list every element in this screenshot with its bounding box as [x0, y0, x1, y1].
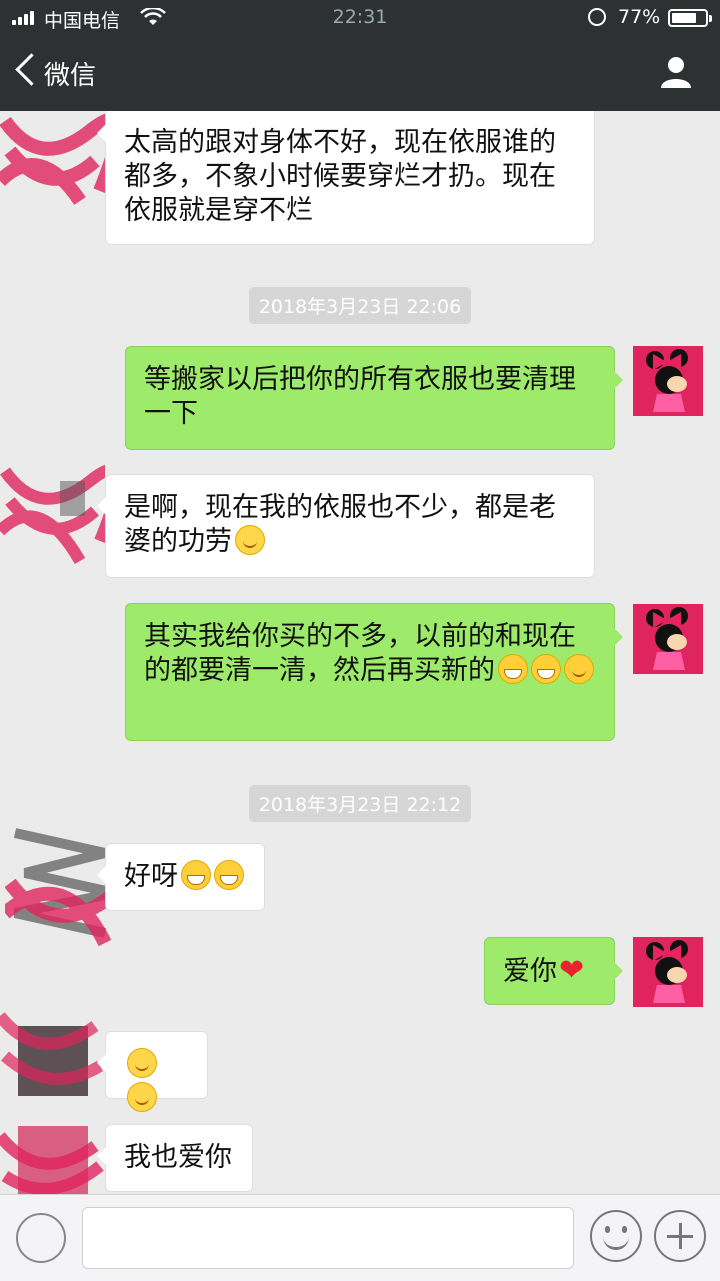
kiss-emoji-icon	[127, 1082, 157, 1112]
message-text: 爱你	[503, 956, 557, 987]
back-button[interactable]: 微信	[44, 55, 96, 92]
grin-emoji-icon	[181, 860, 211, 890]
grin-emoji-icon	[531, 654, 561, 684]
chat-area[interactable]: 太高的跟对身体不好，现在依服谁的都多，不象小时候要穿烂才扔。现在依服就是穿不烂 …	[0, 111, 720, 1194]
avatar-them[interactable]	[0, 111, 110, 211]
rotation-lock-icon	[588, 8, 606, 26]
heart-emoji-icon: ❤	[559, 953, 585, 988]
battery-icon	[668, 9, 712, 27]
avatar-them[interactable]	[0, 996, 105, 1106]
minnie-mouse-icon	[646, 607, 688, 670]
message-text: 是啊，现在我的依服也不少，都是老婆的功劳	[124, 492, 556, 557]
message-text: 好呀	[124, 861, 178, 892]
voice-input-button[interactable]	[16, 1213, 66, 1263]
clock: 22:31	[332, 6, 388, 28]
message-bubble-incoming[interactable]	[97, 1031, 208, 1112]
top-bar: 中国电信 22:31 77% 微信	[0, 0, 720, 111]
input-bar	[0, 1194, 720, 1281]
avatar-me[interactable]	[633, 346, 703, 416]
more-options-button[interactable]	[654, 1210, 706, 1262]
message-bubble-incoming[interactable]: 好呀	[97, 843, 265, 911]
minnie-mouse-icon	[646, 940, 688, 1003]
message-input[interactable]	[82, 1207, 574, 1269]
message-bubble-incoming[interactable]: 太高的跟对身体不好，现在依服谁的都多，不象小时候要穿烂才扔。现在依服就是穿不烂	[97, 111, 595, 245]
grin-emoji-icon	[498, 654, 528, 684]
message-bubble-outgoing[interactable]: 其实我给你买的不多，以前的和现在的都要清一清，然后再买新的	[125, 603, 623, 741]
profile-icon[interactable]	[658, 54, 694, 90]
avatar-them[interactable]	[0, 1116, 110, 1194]
avatar-them[interactable]	[5, 823, 120, 953]
kiss-emoji-icon	[127, 1048, 157, 1078]
avatar-me[interactable]	[633, 937, 703, 1007]
battery-percent: 77%	[618, 6, 661, 28]
avatar-me[interactable]	[633, 604, 703, 674]
emoji-button[interactable]	[590, 1210, 642, 1262]
message-bubble-incoming[interactable]: 我也爱你	[97, 1124, 253, 1192]
minnie-mouse-icon	[646, 349, 688, 412]
message-bubble-outgoing[interactable]: 爱你❤	[484, 937, 623, 1005]
timestamp: 2018年3月23日 22:12	[0, 785, 720, 822]
back-chevron-icon[interactable]	[15, 53, 48, 86]
avatar-them[interactable]	[0, 461, 105, 571]
timestamp: 2018年3月23日 22:06	[0, 287, 720, 324]
grin-emoji-icon	[214, 860, 244, 890]
status-bar: 中国电信 22:31 77%	[0, 0, 720, 36]
smile-emoji-icon	[235, 525, 265, 555]
message-bubble-outgoing[interactable]: 等搬家以后把你的所有衣服也要清理一下	[125, 346, 623, 450]
message-bubble-incoming[interactable]: 是啊，现在我的依服也不少，都是老婆的功劳	[97, 474, 595, 578]
surprised-emoji-icon	[564, 654, 594, 684]
